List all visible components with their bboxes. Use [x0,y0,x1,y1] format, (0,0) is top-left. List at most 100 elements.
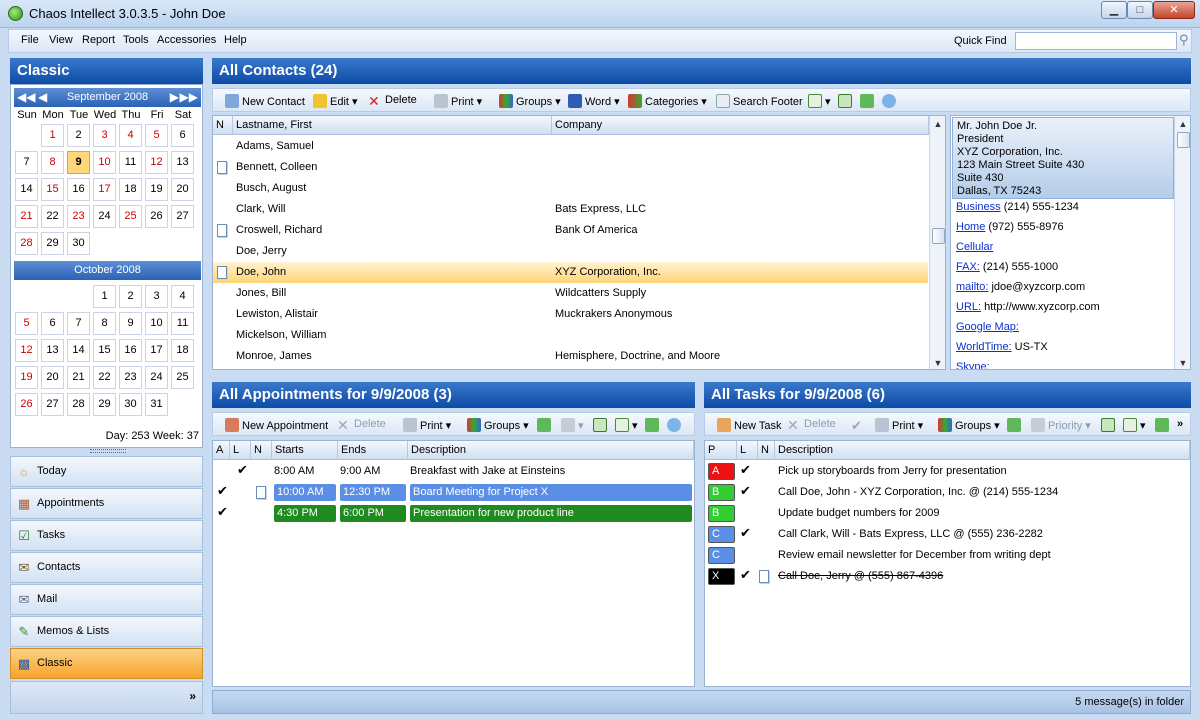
calendar-day[interactable]: 14 [15,178,38,201]
calendar-day[interactable]: 12 [145,151,168,174]
scroll-thumb[interactable] [932,228,945,244]
task-row[interactable]: C Review email newsletter for December fr… [705,545,1190,566]
scroll-down-icon[interactable]: ▼ [930,358,945,368]
calendar-day[interactable]: 17 [93,178,116,201]
contact-row[interactable]: Mickelson, William [213,325,928,346]
search-footer-button[interactable]: Search Footer [716,94,803,108]
calendar-day[interactable]: 18 [119,178,142,201]
nav-tasks[interactable]: ☑ Tasks [10,520,203,551]
nav-appointments[interactable]: ▦ Appointments [10,488,203,519]
columns-button[interactable]: ▾ [808,94,831,108]
new-task-button[interactable]: New Task [717,418,781,432]
calendar-day[interactable]: 13 [171,151,194,174]
calendar-day[interactable]: 21 [67,366,90,389]
appt-print-button[interactable]: Print ▾ [403,418,451,432]
menu-file[interactable]: File [21,34,39,46]
word-button[interactable]: Word ▾ [568,94,620,108]
calendar-day[interactable]: 26 [15,393,38,416]
contact-row[interactable]: Doe, Jerry [213,241,928,262]
calendar-day[interactable]: 30 [119,393,142,416]
calendar-day[interactable]: 19 [15,366,38,389]
calendar-day[interactable]: 15 [41,178,64,201]
calendar-day[interactable]: 9 [67,151,90,174]
calendar-day[interactable]: 10 [145,312,168,335]
col-ends[interactable]: Ends [338,441,408,460]
calendar-day[interactable]: 9 [119,312,142,335]
detail-scroll-down-icon[interactable]: ▼ [1175,358,1190,368]
detail-link-1[interactable]: Home [956,221,985,233]
col-company[interactable]: Company [552,116,929,135]
contact-row[interactable]: Bennett, Colleen [213,157,928,178]
detail-link-3[interactable]: FAX: [956,261,980,273]
close-button[interactable]: ✕ [1153,1,1195,19]
splitter-grip[interactable] [90,449,126,453]
calendar-day[interactable]: 25 [119,205,142,228]
prev-month-icon[interactable]: ◀ [38,88,47,107]
appt-columns-button[interactable]: ▾ [615,418,638,432]
task-filter-button[interactable] [1007,418,1024,432]
task-delete-button[interactable]: ✕ Delete [787,418,836,432]
new-contact-button[interactable]: New Contact [225,94,305,108]
appt-tree-button[interactable] [593,418,610,432]
task-row[interactable]: X ✔ Call Doe, Jerry @ (555) 867-4396 [705,566,1190,587]
calendar-day[interactable]: 3 [145,285,168,308]
task-row[interactable]: B ✔ Call Doe, John - XYZ Corporation, Inc.… [705,482,1190,503]
calendar-day[interactable]: 16 [119,339,142,362]
groups-button[interactable]: Groups ▾ [499,94,561,108]
next-month-icon[interactable]: ▶ [170,88,179,107]
calendar-day[interactable]: 2 [67,124,90,147]
appt-recur-button[interactable]: ▾ [561,418,584,432]
col-l[interactable]: L [737,441,758,460]
calendar-day[interactable]: 17 [145,339,168,362]
col-description[interactable]: Description [408,441,694,460]
calendar-day[interactable]: 4 [119,124,142,147]
task-row[interactable]: A ✔ Pick up storyboards from Jerry for pre… [705,461,1190,482]
calendar-day[interactable]: 11 [171,312,194,335]
task-complete-button[interactable]: ✔ [851,418,868,433]
calendar-day[interactable]: 30 [67,232,90,255]
calendar-day[interactable]: 25 [171,366,194,389]
detail-link-2[interactable]: Cellular [956,241,993,253]
detail-link-4[interactable]: mailto: [956,281,988,293]
toolbar-overflow-icon[interactable]: » [1177,418,1183,430]
appt-refresh-button[interactable] [645,418,662,432]
contact-row[interactable]: Croswell, Richard Bank Of America [213,220,928,241]
contact-row[interactable]: Jones, Bill Wildcatters Supply [213,283,928,304]
edit-button[interactable]: Edit ▾ [313,94,358,108]
calendar-day[interactable]: 23 [119,366,142,389]
col-a[interactable]: A [213,441,230,460]
contacts-scrollbar[interactable]: ▲ ▼ [929,116,945,369]
col-p[interactable]: P [705,441,737,460]
nav-overflow-bar[interactable]: » [10,681,203,714]
calendar-day[interactable]: 27 [171,205,194,228]
calendar-day[interactable]: 24 [93,205,116,228]
appointment-row[interactable]: ✔ 8:00 AM 9:00 AM Breakfast with Jake at Ei… [213,461,694,482]
search-icon[interactable]: ⚲ [1179,32,1189,48]
refresh-button[interactable] [860,94,877,108]
delete-button[interactable]: ✕ Delete [368,94,417,108]
print-button[interactable]: Print ▾ [434,94,482,108]
detail-link-6[interactable]: Google Map: [956,321,1019,333]
calendar-day[interactable]: 16 [67,178,90,201]
menu-tools[interactable]: Tools [123,34,149,46]
nav-memos-lists[interactable]: ✎ Memos & Lists [10,616,203,647]
detail-scrollbar[interactable]: ▲ ▼ [1174,116,1190,369]
appt-settings-button[interactable] [667,418,684,432]
calendar-day[interactable]: 29 [41,232,64,255]
calendar-day[interactable]: 20 [41,366,64,389]
appt-delete-button[interactable]: ✕ Delete [337,418,386,432]
col-starts[interactable]: Starts [272,441,338,460]
calendar-day[interactable]: 6 [41,312,64,335]
task-groups-button[interactable]: Groups ▾ [938,418,1000,432]
calendar-day[interactable]: 1 [41,124,64,147]
calendar-day[interactable]: 19 [145,178,168,201]
detail-link-0[interactable]: Business [956,201,1001,213]
contact-row[interactable]: Monroe, James Hemisphere, Doctrine, and M… [213,346,928,367]
calendar-day[interactable]: 24 [145,366,168,389]
detail-link-8[interactable]: Skype: [956,361,990,369]
chevron-right-icon[interactable]: » [189,689,196,703]
list-view-button[interactable] [838,94,855,108]
task-row[interactable]: C ✔ Call Clark, Will - Bats Express, LLC @… [705,524,1190,545]
calendar-day[interactable]: 28 [15,232,38,255]
task-refresh-button[interactable] [1155,418,1172,432]
